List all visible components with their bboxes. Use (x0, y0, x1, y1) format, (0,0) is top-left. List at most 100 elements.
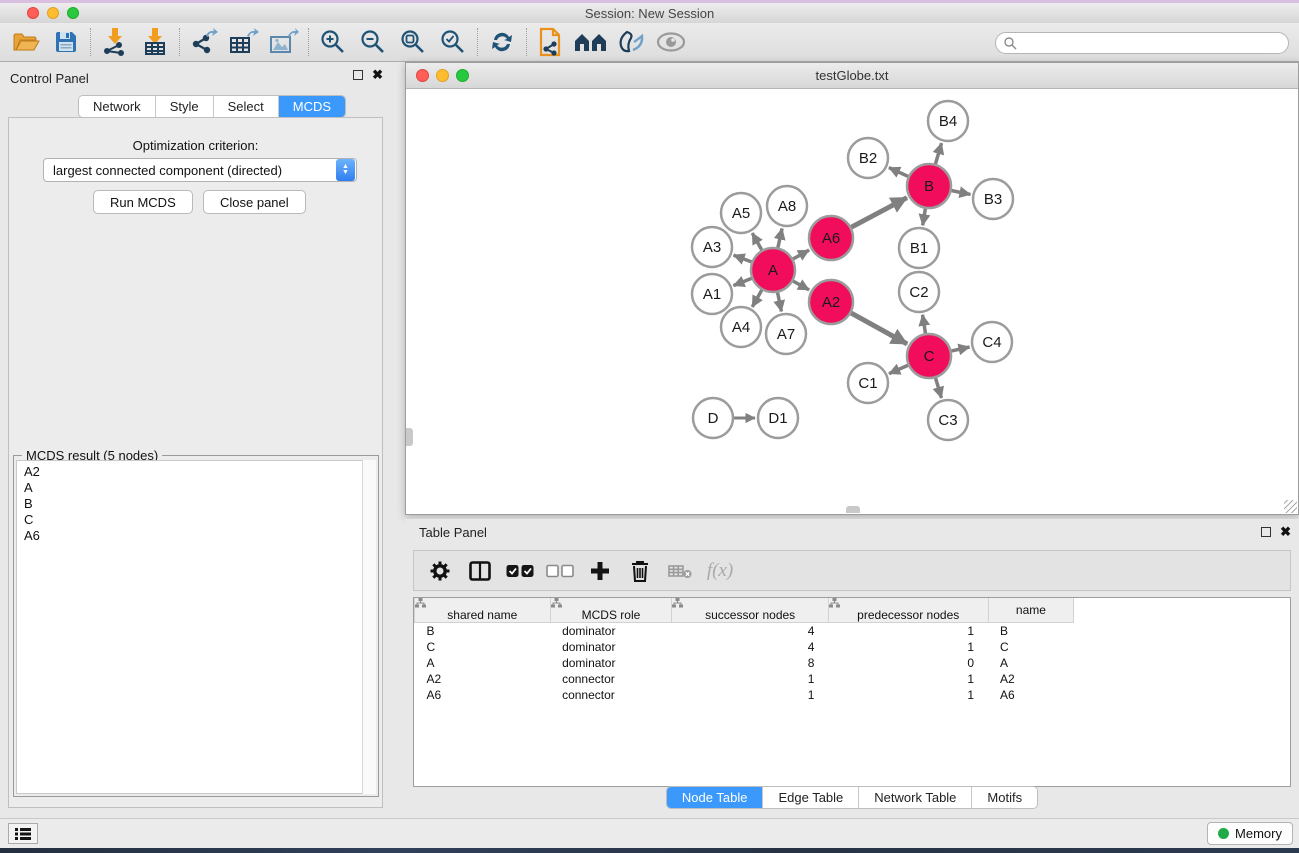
import-network-icon[interactable] (95, 25, 135, 59)
tab-select[interactable]: Select (214, 96, 279, 117)
close-panel-button[interactable]: Close panel (203, 190, 306, 214)
node-table[interactable]: shared nameMCDS rolesuccessor nodesprede… (413, 597, 1291, 787)
tab-network-table[interactable]: Network Table (859, 787, 972, 808)
deselect-all-checks-icon[interactable] (546, 556, 574, 586)
zoom-fit-icon[interactable] (393, 25, 433, 59)
cell-successor-nodes[interactable]: 4 (672, 639, 829, 655)
edge-A-A1[interactable] (733, 278, 752, 286)
zoom-out-icon[interactable] (353, 25, 393, 59)
float-panel-icon[interactable] (353, 70, 363, 80)
cell-shared-name[interactable]: A2 (415, 671, 551, 687)
export-image-icon[interactable] (264, 25, 304, 59)
zoom-in-icon[interactable] (313, 25, 353, 59)
network-graph[interactable]: B4B2BB3A5A8A6B1A3AA1C2A2A4A7C4CC1C3DD1 (407, 89, 1297, 513)
function-builder-icon[interactable]: f(x) (706, 556, 734, 586)
edge-C-C2[interactable] (923, 315, 926, 335)
result-list-item[interactable]: A6 (24, 528, 363, 544)
select-all-checks-icon[interactable] (506, 556, 534, 586)
run-mcds-button[interactable]: Run MCDS (93, 190, 193, 214)
search-input[interactable] (1017, 36, 1267, 50)
cell-shared-name[interactable]: A6 (415, 687, 551, 703)
cell-name[interactable]: A6 (988, 687, 1074, 703)
export-network-icon[interactable] (184, 25, 224, 59)
tab-motifs[interactable]: Motifs (972, 787, 1037, 808)
cell-successor-nodes[interactable]: 1 (672, 671, 829, 687)
cell-MCDS-role[interactable]: dominator (550, 623, 672, 639)
table-row[interactable]: Adominator80A (415, 655, 1291, 671)
cell-name[interactable]: A (988, 655, 1074, 671)
visual-styles-icon[interactable] (611, 25, 651, 59)
cell-MCDS-role[interactable]: connector (550, 671, 672, 687)
table-row[interactable]: A6connector11A6 (415, 687, 1291, 703)
cell-name[interactable]: B (988, 623, 1074, 639)
save-session-icon[interactable] (46, 25, 86, 59)
column-header-predecessor-nodes[interactable]: predecessor nodes (828, 598, 988, 623)
edge-A-A7[interactable] (777, 292, 781, 312)
column-header-shared-name[interactable]: shared name (415, 598, 551, 623)
tab-edge-table[interactable]: Edge Table (763, 787, 859, 808)
column-header-MCDS-role[interactable]: MCDS role (550, 598, 672, 623)
tab-style[interactable]: Style (156, 96, 214, 117)
cell-MCDS-role[interactable]: dominator (550, 639, 672, 655)
export-table-icon[interactable] (224, 25, 264, 59)
cell-MCDS-role[interactable]: connector (550, 687, 672, 703)
cell-successor-nodes[interactable]: 1 (672, 687, 829, 703)
cell-name[interactable]: C (988, 639, 1074, 655)
edge-C-C3[interactable] (935, 377, 941, 398)
mcds-result-list[interactable]: A2ABCA6 (16, 460, 364, 794)
show-hide-panels-icon[interactable] (571, 25, 611, 59)
cell-successor-nodes[interactable]: 4 (672, 623, 829, 639)
cell-successor-nodes[interactable]: 8 (672, 655, 829, 671)
close-panel-icon[interactable]: ✖ (372, 70, 383, 80)
network-canvas[interactable]: B4B2BB3A5A8A6B1A3AA1C2A2A4A7C4CC1C3DD1 (407, 89, 1297, 513)
memory-button[interactable]: Memory (1207, 822, 1293, 845)
cell-predecessor-nodes[interactable]: 1 (828, 687, 988, 703)
delete-rows-icon[interactable] (626, 556, 654, 586)
edge-A2-C[interactable] (850, 313, 907, 344)
tab-node-table[interactable]: Node Table (667, 787, 764, 808)
cell-name[interactable]: A2 (988, 671, 1074, 687)
bottom-edge-grip[interactable] (846, 506, 860, 513)
criterion-dropdown[interactable]: largest connected component (directed) ▲… (43, 158, 357, 182)
result-list-item[interactable]: A2 (24, 464, 363, 480)
network-window-titlebar[interactable]: testGlobe.txt (406, 63, 1298, 89)
result-list-item[interactable]: C (24, 512, 363, 528)
tab-mcds[interactable]: MCDS (279, 96, 345, 117)
edge-B-B2[interactable] (889, 168, 909, 177)
cell-MCDS-role[interactable]: dominator (550, 655, 672, 671)
close-table-panel-icon[interactable]: ✖ (1280, 527, 1291, 537)
edge-C-C4[interactable] (950, 347, 969, 351)
cell-predecessor-nodes[interactable]: 1 (828, 623, 988, 639)
edge-B-B4[interactable] (935, 143, 941, 165)
edge-A-A4[interactable] (752, 289, 762, 307)
table-row[interactable]: A2connector11A2 (415, 671, 1291, 687)
edge-A-A6[interactable] (792, 250, 809, 259)
result-list-scrollbar[interactable] (362, 460, 376, 794)
search-box[interactable] (995, 32, 1289, 54)
show-graphics-details-icon[interactable] (651, 25, 691, 59)
delete-table-icon[interactable] (666, 556, 694, 586)
show-column-icon[interactable] (466, 556, 494, 586)
cell-predecessor-nodes[interactable]: 1 (828, 639, 988, 655)
table-settings-icon[interactable] (426, 556, 454, 586)
table-row[interactable]: Cdominator41C (415, 639, 1291, 655)
refresh-layout-icon[interactable] (482, 25, 522, 59)
tab-network[interactable]: Network (79, 96, 156, 117)
column-header-name[interactable]: name (988, 598, 1074, 623)
left-edge-grip[interactable] (406, 428, 413, 446)
zoom-selected-icon[interactable] (433, 25, 473, 59)
edge-C-C1[interactable] (889, 365, 909, 374)
float-table-panel-icon[interactable] (1261, 527, 1271, 537)
edge-A-A5[interactable] (752, 233, 762, 251)
edge-A6-B[interactable] (850, 198, 906, 228)
task-history-button[interactable] (8, 823, 38, 844)
cell-shared-name[interactable]: B (415, 623, 551, 639)
edge-A-A2[interactable] (792, 281, 809, 290)
cell-shared-name[interactable]: C (415, 639, 551, 655)
table-row[interactable]: Bdominator41B (415, 623, 1291, 639)
result-list-item[interactable]: B (24, 496, 363, 512)
cell-shared-name[interactable]: A (415, 655, 551, 671)
column-header-successor-nodes[interactable]: successor nodes (672, 598, 829, 623)
import-table-icon[interactable] (135, 25, 175, 59)
cell-predecessor-nodes[interactable]: 1 (828, 671, 988, 687)
